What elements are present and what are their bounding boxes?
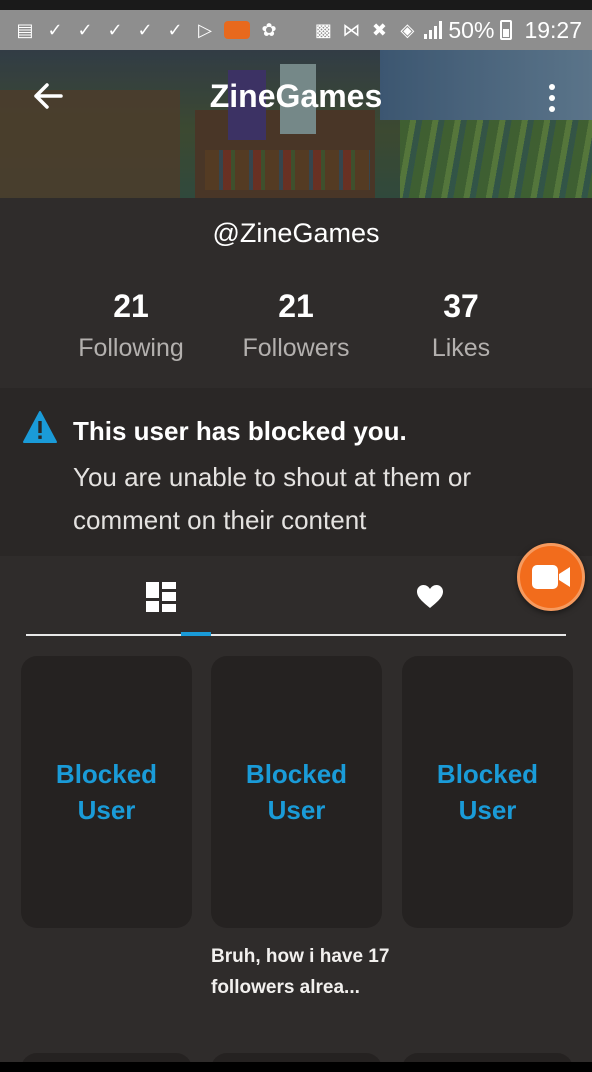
profile-banner	[0, 50, 592, 198]
download-done-icon: ✓	[47, 19, 63, 41]
blocked-label-line2: User	[267, 795, 326, 825]
screen-bottom-edge	[0, 1062, 592, 1072]
tab-liked[interactable]	[330, 560, 530, 634]
blocked-label-line1: Blocked	[55, 759, 158, 789]
notice-title: This user has blocked you.	[73, 416, 407, 446]
more-vertical-icon	[549, 84, 555, 90]
warning-icon	[23, 411, 57, 443]
download-done-icon: ✓	[137, 19, 153, 41]
cast-icon: ▩	[314, 19, 332, 41]
mute-icon: ✖	[371, 19, 387, 41]
play-store-icon: ▷	[198, 19, 212, 41]
profile-stats: 21 Following 21 Followers 37 Likes	[49, 290, 543, 363]
heart-icon	[417, 585, 443, 608]
status-bar-inner: ▤ ✓ ✓ ✓ ✓ ✓ ▷ ✿ ▩ ⋈ ✖ ◈ 50% 19:27	[0, 10, 592, 50]
stat-label: Following	[78, 334, 184, 362]
bluetooth-icon: ⋈	[342, 19, 361, 41]
wifi-icon: ◈	[400, 19, 415, 41]
blocked-label: Blocked User	[56, 756, 157, 828]
banner-shade	[0, 50, 592, 198]
video-camera-icon	[532, 565, 570, 589]
tab-active-indicator	[181, 632, 211, 636]
more-options-button[interactable]	[538, 78, 566, 118]
stat-value: 21	[278, 288, 314, 324]
blocked-label: Blocked User	[246, 756, 347, 828]
stat-label: Likes	[431, 334, 491, 362]
chat-icon: ▤	[16, 19, 34, 41]
battery-icon	[500, 20, 513, 40]
notice-body: You are unable to shout at them or comme…	[73, 462, 471, 535]
user-handle: @ZineGames	[212, 218, 380, 248]
grid-card[interactable]: Blocked User	[402, 656, 573, 928]
page-title: ZineGames	[209, 78, 383, 114]
notification-icons: ▤ ✓ ✓ ✓ ✓ ✓ ▷ ✿	[14, 19, 312, 41]
blocked-label-line1: Blocked	[245, 759, 348, 789]
stat-followers[interactable]: 21 Followers	[214, 290, 378, 363]
stat-value: 21	[113, 288, 149, 324]
signal-icon	[424, 21, 443, 39]
download-done-icon: ✓	[107, 19, 123, 41]
blocked-label-line1: Blocked	[436, 759, 539, 789]
blocked-label-line2: User	[77, 795, 136, 825]
grid-card[interactable]: Blocked User	[211, 656, 382, 928]
record-video-button[interactable]	[517, 543, 585, 611]
blocked-label: Blocked User	[437, 756, 538, 828]
system-icons: ▩ ⋈ ✖ ◈ 50% 19:27	[312, 17, 582, 44]
download-done-icon: ✓	[77, 19, 93, 41]
fan-icon: ✿	[261, 19, 277, 41]
download-done-icon: ✓	[167, 19, 183, 41]
stat-label: Followers	[242, 334, 350, 362]
tab-posts[interactable]	[61, 560, 261, 636]
status-bar: ▤ ✓ ✓ ✓ ✓ ✓ ▷ ✿ ▩ ⋈ ✖ ◈ 50% 19:27	[0, 0, 592, 50]
clock: 19:27	[524, 16, 582, 43]
recording-badge-icon	[224, 21, 250, 39]
post-caption[interactable]: Bruh, how i have 17 followers alrea...	[211, 941, 391, 1003]
blocked-notice: This user has blocked you. You are unabl…	[0, 388, 592, 556]
stat-following[interactable]: 21 Following	[49, 290, 213, 363]
grid-card[interactable]: Blocked User	[21, 656, 192, 928]
dashboard-grid-icon	[146, 582, 176, 612]
battery-percent: 50%	[448, 16, 495, 43]
stat-value: 37	[443, 288, 479, 324]
stat-likes[interactable]: 37 Likes	[379, 290, 543, 363]
blocked-label-line2: User	[458, 795, 517, 825]
content-tabs	[26, 560, 566, 636]
